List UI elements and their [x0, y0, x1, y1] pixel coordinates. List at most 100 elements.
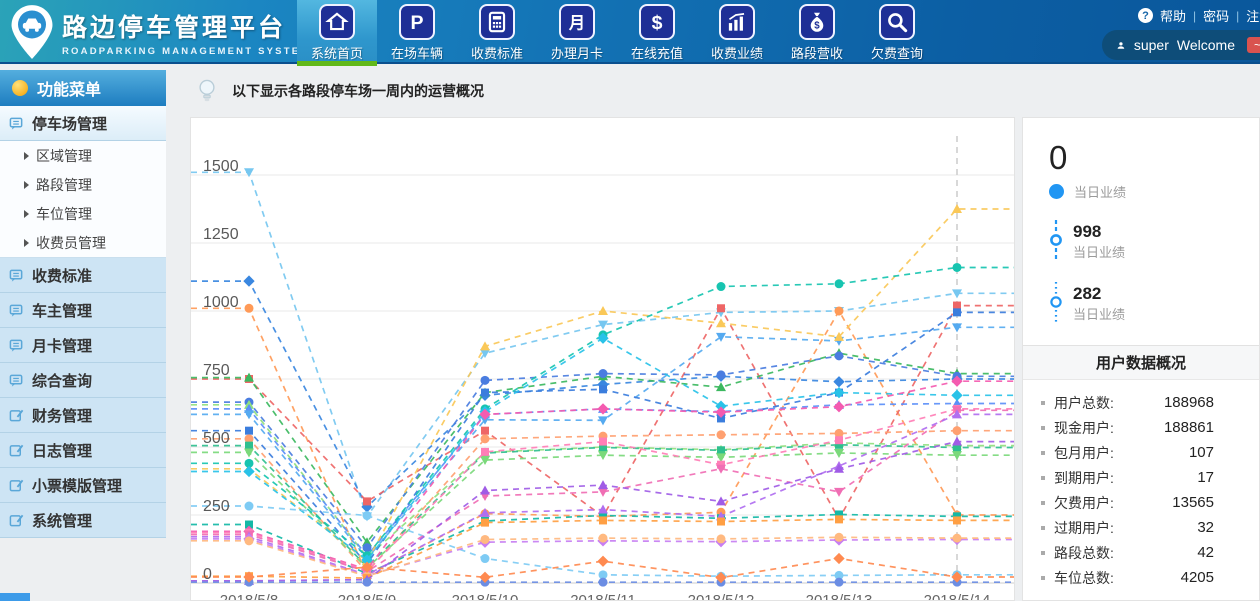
sidebar-item-9[interactable]: 系统管理	[0, 503, 166, 538]
sidebar-item-1[interactable]: 停车场管理	[0, 106, 166, 141]
bullet-icon	[1041, 451, 1045, 455]
metric-2: 998当日业绩	[1049, 219, 1259, 263]
panel-icon	[9, 268, 24, 283]
top-link-2[interactable]: 密码	[1203, 6, 1229, 25]
user-icon	[1116, 38, 1126, 53]
dollar-icon: $	[644, 9, 670, 35]
user-pill[interactable]: super Welcome ~	[1102, 30, 1260, 60]
svg-text:2018/5/14: 2018/5/14	[924, 592, 991, 600]
nav-tab-8[interactable]: 欠费查询	[857, 0, 937, 64]
nav-tab-2[interactable]: P 在场车辆	[377, 0, 457, 64]
arrow-right-icon	[24, 210, 29, 218]
stat-row-3: 包月用户:107	[1041, 440, 1214, 465]
svg-text:1000: 1000	[203, 294, 239, 311]
dot-icon	[1049, 184, 1064, 199]
nav-tab-label: 办理月卡	[551, 43, 603, 62]
weekly-operations-chart[interactable]: 02505007501000125015002018/5/82018/5/920…	[190, 117, 1015, 601]
stat-value: 188861	[1164, 419, 1214, 436]
nav-tab-4[interactable]: 月办理月卡	[537, 0, 617, 64]
svg-text:1250: 1250	[203, 226, 239, 243]
stat-row-7: 路段总数:42	[1041, 540, 1214, 565]
top-link-1[interactable]: 帮助	[1160, 6, 1186, 25]
nav-tab-6[interactable]: 收费业绩	[697, 0, 777, 64]
nav-tab-5[interactable]: $在线充值	[617, 0, 697, 64]
svg-text:2018/5/8: 2018/5/8	[220, 592, 278, 600]
notification-badge[interactable]: ~	[1247, 37, 1260, 53]
sidebar-item-4[interactable]: 月卡管理	[0, 328, 166, 363]
sidebar-subitem-label: 车位管理	[36, 204, 92, 224]
nav-tab-label: 系统首页	[311, 43, 363, 62]
sidebar-item-label: 车主管理	[32, 300, 92, 321]
svg-text:2018/5/9: 2018/5/9	[338, 592, 396, 600]
nav-tab-label: 在场车辆	[391, 43, 443, 62]
sidebar-subitem-3[interactable]: 车位管理	[0, 199, 166, 228]
bullet-icon	[1041, 476, 1045, 480]
panel-icon	[9, 303, 24, 318]
metric-value: 0	[1049, 140, 1259, 176]
sidebar-subitem-1[interactable]: 区域管理	[0, 141, 166, 170]
month-card-icon: 月	[564, 9, 590, 35]
sidebar-item-2[interactable]: 收费标准	[0, 258, 166, 293]
bullet-icon	[1041, 426, 1045, 430]
menu-ball-icon	[12, 80, 28, 96]
money-bag-icon: $	[804, 9, 830, 35]
sidebar-subitem-4[interactable]: 收费员管理	[0, 228, 166, 257]
stat-value: 188968	[1164, 394, 1214, 411]
stat-value: 17	[1197, 469, 1214, 486]
app-title: 路边停车管理平台	[62, 8, 310, 44]
search-icon	[884, 9, 910, 35]
sidebar-item-5[interactable]: 综合查询	[0, 363, 166, 398]
link-separator: |	[1236, 9, 1239, 23]
home-icon-frame	[319, 4, 355, 40]
svg-text:500: 500	[203, 430, 230, 447]
arrow-right-icon	[24, 181, 29, 189]
edit-icon	[9, 408, 24, 423]
svg-text:P: P	[410, 12, 423, 34]
nav-tab-1[interactable]: 系统首页	[297, 0, 377, 64]
sidebar-item-label: 小票模版管理	[32, 475, 122, 496]
nav-tab-3[interactable]: 收费标准	[457, 0, 537, 64]
calculator-icon	[484, 9, 510, 35]
stat-label: 用户总数:	[1054, 393, 1114, 413]
bullet-icon	[1041, 576, 1045, 580]
stat-label: 现金用户:	[1054, 418, 1114, 438]
link-separator: |	[1193, 9, 1196, 23]
top-links: ?帮助|密码|注销	[1138, 6, 1260, 25]
sidebar-item-3[interactable]: 车主管理	[0, 293, 166, 328]
panel-icon	[9, 373, 24, 388]
svg-text:0: 0	[203, 566, 212, 583]
stat-value: 107	[1189, 444, 1214, 461]
sidebar-item-8[interactable]: 小票模版管理	[0, 468, 166, 503]
sidebar-item-label: 财务管理	[32, 405, 92, 426]
ring-dotted-icon	[1049, 281, 1063, 325]
svg-text:2018/5/12: 2018/5/12	[688, 592, 755, 600]
tip-text: 以下显示各路段停车场一周内的运营概况	[232, 81, 484, 101]
chart-icon	[724, 9, 750, 35]
svg-text:2018/5/11: 2018/5/11	[570, 592, 636, 600]
sidebar-subitem-label: 区域管理	[36, 146, 92, 166]
svg-text:$: $	[814, 21, 820, 32]
top-link-3[interactable]: 注销	[1246, 6, 1260, 25]
sidebar-item-6[interactable]: 财务管理	[0, 398, 166, 433]
sidebar-item-label: 月卡管理	[32, 335, 92, 356]
nav-tab-label: 收费业绩	[711, 43, 763, 62]
ring-line-icon	[1049, 219, 1063, 263]
sidebar-item-label: 系统管理	[32, 510, 92, 531]
sidebar-item-7[interactable]: 日志管理	[0, 433, 166, 468]
month-card-icon-frame: 月	[559, 4, 595, 40]
daily-metrics: 0当日业绩998当日业绩282当日业绩	[1023, 118, 1259, 325]
stat-value: 4205	[1181, 569, 1214, 586]
bullet-icon	[1041, 401, 1045, 405]
panel-icon	[9, 116, 24, 131]
sidebar-subitem-label: 路段管理	[36, 175, 92, 195]
money-bag-icon-frame: $	[799, 4, 835, 40]
nav-tab-7[interactable]: $路段营收	[777, 0, 857, 64]
user-greeting: Welcome	[1177, 37, 1235, 53]
svg-text:$: $	[652, 12, 663, 34]
sidebar-item-label: 收费标准	[32, 265, 92, 286]
svg-text:250: 250	[203, 498, 230, 515]
metric-value: 282	[1073, 284, 1125, 304]
sidebar-subitem-2[interactable]: 路段管理	[0, 170, 166, 199]
tip-bar: 以下显示各路段停车场一周内的运营概况	[196, 78, 484, 104]
stat-row-8: 车位总数:4205	[1041, 565, 1214, 590]
